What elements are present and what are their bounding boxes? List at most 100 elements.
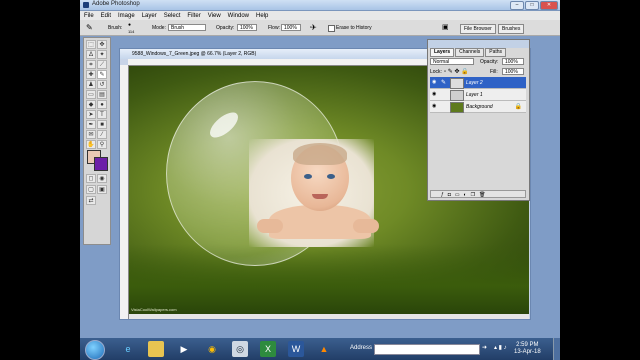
media-player-icon[interactable]: ▶ xyxy=(176,341,192,357)
flow-field[interactable]: 100% xyxy=(281,24,301,31)
grass-background xyxy=(129,244,529,314)
file-explorer-icon[interactable] xyxy=(148,341,164,357)
gradient-tool-icon[interactable]: ▤ xyxy=(97,90,107,99)
eraser-tool-icon[interactable]: ▭ xyxy=(86,90,96,99)
layer-name: Layer 1 xyxy=(466,92,483,98)
menu-image[interactable]: Image xyxy=(118,13,135,19)
baby-left-arm xyxy=(257,219,283,233)
visibility-eye-icon[interactable]: ◉ xyxy=(432,80,437,85)
close-button[interactable]: ✕ xyxy=(540,1,558,10)
word-icon[interactable]: W xyxy=(288,341,304,357)
address-go-icon[interactable]: ➜ xyxy=(482,344,487,351)
clone-stamp-tool-icon[interactable]: ♟ xyxy=(86,80,96,89)
menu-help[interactable]: Help xyxy=(256,13,268,19)
blend-mode-select[interactable]: Normal xyxy=(430,58,474,65)
layer-opacity-field[interactable]: 100% xyxy=(502,58,524,65)
menu-filter[interactable]: Filter xyxy=(187,13,200,19)
baby-left-eye xyxy=(304,174,312,179)
address-field[interactable] xyxy=(374,344,480,355)
photoshop-taskbar-icon[interactable]: ◎ xyxy=(232,341,248,357)
screen-mode-full-icon[interactable]: ▣ xyxy=(97,185,107,194)
eyedropper-tool-icon[interactable]: ⁄ xyxy=(97,130,107,139)
menu-edit[interactable]: Edit xyxy=(101,13,111,19)
chrome-icon[interactable]: ◉ xyxy=(204,341,220,357)
tool-preset-icon[interactable]: ✎ xyxy=(86,23,93,32)
tab-brushes[interactable]: Brushes xyxy=(498,24,525,34)
minimize-button[interactable]: – xyxy=(510,1,524,10)
layers-panel-tabs: Layers Channels Paths xyxy=(430,48,507,57)
horizontal-scrollbar[interactable] xyxy=(129,314,529,319)
photoshop-app-icon xyxy=(83,2,89,8)
tab-layers[interactable]: Layers xyxy=(430,48,455,57)
tab-paths[interactable]: Paths xyxy=(485,48,507,57)
layer-row-layer-2[interactable]: ◉ ✎ Layer 2 xyxy=(430,77,526,89)
pen-tool-icon[interactable]: ✒ xyxy=(86,120,96,129)
magic-wand-tool-icon[interactable]: ✦ xyxy=(97,50,107,59)
show-desktop-button[interactable] xyxy=(553,338,560,360)
delete-layer-icon[interactable]: 🗑 xyxy=(479,191,485,198)
hand-tool-icon[interactable]: ✋ xyxy=(86,140,96,149)
lasso-tool-icon[interactable]: ᐃ xyxy=(86,50,96,59)
quick-mask-icon[interactable]: ◉ xyxy=(97,174,107,183)
move-tool-icon[interactable]: ✥ xyxy=(97,40,107,49)
menu-file[interactable]: File xyxy=(84,13,94,19)
dodge-tool-icon[interactable]: ● xyxy=(97,100,107,109)
address-label: Address xyxy=(350,345,373,351)
window-title: Adobe Photoshop xyxy=(92,1,140,7)
taskbar: e ▶ ◉ ◎ X W ▲ Address ➜ ▴ ▮ ♪ 2:59 PM 13… xyxy=(80,338,560,360)
layer-row-layer-1[interactable]: ◉ Layer 1 xyxy=(430,89,526,101)
layer-thumbnail xyxy=(450,90,464,101)
healing-brush-tool-icon[interactable]: ✚ xyxy=(86,70,96,79)
visibility-eye-icon[interactable]: ◉ xyxy=(432,104,437,109)
internet-explorer-icon[interactable]: e xyxy=(120,341,136,357)
menu-select[interactable]: Select xyxy=(164,13,181,19)
crop-tool-icon[interactable]: ⌗ xyxy=(86,60,96,69)
maximize-button[interactable]: □ xyxy=(525,1,539,10)
vlc-icon[interactable]: ▲ xyxy=(316,341,332,357)
type-tool-icon[interactable]: T xyxy=(97,110,107,119)
adjustment-layer-icon[interactable]: ◐ xyxy=(464,191,467,198)
marquee-tool-icon[interactable]: ⬚ xyxy=(86,40,96,49)
layer-row-background[interactable]: ◉ Background 🔒 xyxy=(430,101,526,113)
screen-mode-standard-icon[interactable]: ▢ xyxy=(86,185,96,194)
tab-file-browser[interactable]: File Browser xyxy=(460,24,496,34)
blur-tool-icon[interactable]: ◆ xyxy=(86,100,96,109)
menu-window[interactable]: Window xyxy=(228,13,249,19)
layer-style-icon[interactable]: ƒ xyxy=(441,191,444,198)
new-set-icon[interactable]: ▭ xyxy=(455,191,460,198)
notes-tool-icon[interactable]: ✉ xyxy=(86,130,96,139)
tray-icons[interactable]: ▴ ▮ ♪ xyxy=(494,344,507,351)
start-button[interactable] xyxy=(85,340,105,360)
clock[interactable]: 2:59 PM 13-Apr-18 xyxy=(514,342,541,356)
lock-label: Lock: xyxy=(430,69,442,75)
jump-to-imageready-icon[interactable]: ⇄ xyxy=(86,196,96,205)
brush-tool-icon[interactable]: ✎ xyxy=(97,70,107,79)
baby-mouth xyxy=(312,194,328,199)
airbrush-icon[interactable]: ✈ xyxy=(310,23,317,32)
title-bar: Adobe Photoshop – □ ✕ xyxy=(80,0,560,11)
excel-icon[interactable]: X xyxy=(260,341,276,357)
menu-view[interactable]: View xyxy=(208,13,221,19)
zoom-tool-icon[interactable]: ⚲ xyxy=(97,140,107,149)
tab-channels[interactable]: Channels xyxy=(455,48,485,57)
palette-well-icon[interactable]: ▣ xyxy=(442,23,449,31)
opacity-field[interactable]: 100% xyxy=(237,24,257,31)
new-layer-icon[interactable]: ❐ xyxy=(471,191,475,198)
path-selection-tool-icon[interactable]: ➤ xyxy=(86,110,96,119)
erase-to-history-checkbox[interactable] xyxy=(328,25,335,32)
slice-tool-icon[interactable]: ⟋ xyxy=(97,60,107,69)
layers-panel-header[interactable] xyxy=(428,40,529,48)
fill-field[interactable]: 100% xyxy=(502,68,524,75)
menu-layer[interactable]: Layer xyxy=(142,13,157,19)
background-color-swatch[interactable] xyxy=(94,157,108,171)
brush-preview-icon[interactable]: ● xyxy=(128,22,131,28)
visibility-eye-icon[interactable]: ◉ xyxy=(432,92,437,97)
baby-right-eye xyxy=(327,174,335,179)
mode-select[interactable]: Brush xyxy=(168,24,206,31)
history-brush-tool-icon[interactable]: ↺ xyxy=(97,80,107,89)
baby-right-arm xyxy=(353,219,379,233)
add-mask-icon[interactable]: ◘ xyxy=(448,191,451,198)
lock-icons[interactable]: ▫ ✎ ✥ 🔒 xyxy=(444,68,469,75)
shape-tool-icon[interactable]: ■ xyxy=(97,120,107,129)
standard-mode-icon[interactable]: ◻ xyxy=(86,174,96,183)
